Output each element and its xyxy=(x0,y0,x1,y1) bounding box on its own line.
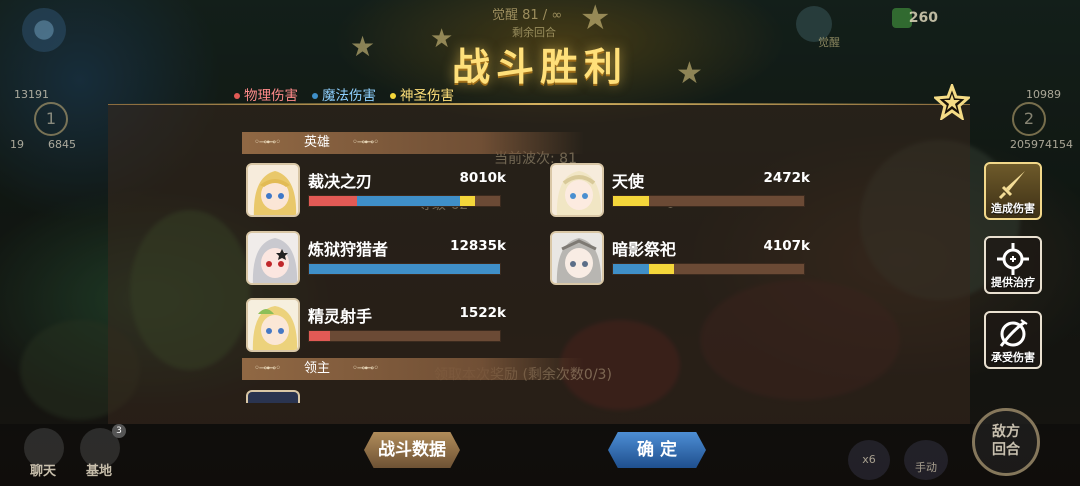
hero-name: 天使 xyxy=(612,172,645,191)
left-hp-value: 6845 xyxy=(48,138,76,151)
right-team-indicator: 2 xyxy=(1012,102,1046,136)
magic-dot-icon xyxy=(312,93,318,99)
section-lord-label: 领主 xyxy=(304,361,331,376)
hero-portrait-blade xyxy=(246,163,300,217)
hero-damage-value: 1522k xyxy=(459,305,506,321)
legend-physical: 物理伤害 xyxy=(234,84,298,104)
left-sub-value: 19 xyxy=(10,138,24,151)
physical-segment xyxy=(309,331,330,341)
enemy-turn-line2: 回合 xyxy=(992,442,1020,458)
star-close-icon[interactable] xyxy=(934,84,970,120)
holy-segment xyxy=(613,196,650,206)
shield-burst-icon xyxy=(999,319,1028,347)
heal-cross-icon xyxy=(997,243,1029,275)
magic-segment xyxy=(309,264,500,274)
ornament-icon: ◦⊸⊷◦ xyxy=(352,363,379,374)
magic-segment xyxy=(356,196,460,206)
speed-toggle[interactable]: x6 xyxy=(848,440,890,480)
damage-bar xyxy=(612,263,805,275)
damage-bar xyxy=(308,330,501,342)
hero-row[interactable]: 精灵射手 1522k xyxy=(246,298,506,354)
awaken-level-text: 觉醒 81 / ∞ xyxy=(492,8,563,23)
physical-segment xyxy=(309,196,357,206)
ornament-icon: ◦⊸⊷◦ xyxy=(254,137,281,148)
hero-portrait-elf-archer xyxy=(246,298,300,352)
hero-portrait-hunter xyxy=(246,231,300,285)
confirm-button[interactable]: 确 定 xyxy=(608,432,706,468)
left-team-indicator: 1 xyxy=(34,102,68,136)
hero-name: 裁决之刃 xyxy=(308,172,373,191)
physical-dot-icon xyxy=(234,93,240,99)
panel-top-border xyxy=(108,103,970,105)
damage-bar xyxy=(612,195,805,207)
legend-magic-label: 魔法伤害 xyxy=(322,88,376,104)
hero-damage-value: 4107k xyxy=(763,238,810,254)
hero-portrait-angel xyxy=(550,163,604,217)
holy-dot-icon xyxy=(390,93,396,99)
damage-bar xyxy=(308,195,501,207)
section-heroes-label: 英雄 xyxy=(304,135,331,150)
enemy-turn-line1: 敌方 xyxy=(992,424,1020,440)
battle-stats-button[interactable]: 战斗数据 xyxy=(364,432,460,468)
chat-label: 聊天 xyxy=(30,464,57,479)
deal-damage-tab[interactable]: 造成伤害 xyxy=(984,162,1042,220)
legend-holy-label: 神圣伤害 xyxy=(400,88,454,104)
manual-toggle[interactable]: 手动 xyxy=(904,440,948,480)
legend-holy: 神圣伤害 xyxy=(390,84,454,104)
victory-title: 战斗胜利 xyxy=(451,45,628,89)
base-label: 基地 xyxy=(86,464,113,479)
legend-magic: 魔法伤害 xyxy=(312,84,376,104)
ornament-icon: ◦⊸⊷◦ xyxy=(254,363,281,374)
hero-name: 暗影祭祀 xyxy=(612,240,677,259)
take-damage-tab[interactable]: 承受伤害 xyxy=(984,311,1042,369)
hero-row[interactable]: 暗影祭祀 4107k xyxy=(550,231,810,287)
damage-bar xyxy=(308,263,501,275)
lord-portrait[interactable] xyxy=(246,390,300,403)
hero-damage-value: 12835k xyxy=(450,238,506,254)
hero-portrait-priest xyxy=(550,231,604,285)
deal-damage-label: 造成伤害 xyxy=(991,202,1035,215)
hero-name: 炼狱狩猎者 xyxy=(308,240,389,259)
hero-damage-value: 2472k xyxy=(763,170,810,186)
legend-physical-label: 物理伤害 xyxy=(244,88,298,104)
sword-icon xyxy=(998,171,1025,200)
holy-segment xyxy=(459,196,476,206)
take-damage-label: 承受伤害 xyxy=(991,351,1035,364)
hero-row[interactable]: 裁决之刃 8010k xyxy=(246,163,506,219)
star-decoration-icon: ★ xyxy=(580,0,611,38)
hero-damage-value: 8010k xyxy=(459,170,506,186)
enemy-turn-indicator: 敌方 回合 xyxy=(972,408,1040,476)
hero-row[interactable]: 天使 2472k xyxy=(550,163,810,219)
magic-segment xyxy=(613,264,650,274)
provide-healing-label: 提供治疗 xyxy=(991,276,1035,289)
hero-name: 精灵射手 xyxy=(308,307,373,326)
hero-row[interactable]: 炼狱狩猎者 12835k xyxy=(246,231,506,287)
base-badge: 3 xyxy=(112,424,126,438)
gem-count: 260 xyxy=(908,10,938,26)
damage-type-legend: 物理伤害 魔法伤害 神圣伤害 xyxy=(234,84,454,104)
section-header-heroes: ◦⊸⊷◦ 英雄 ◦⊸⊷◦ xyxy=(242,132,584,154)
provide-healing-tab[interactable]: 提供治疗 xyxy=(984,236,1042,294)
ornament-icon: ◦⊸⊷◦ xyxy=(352,137,379,148)
section-header-lord: ◦⊸⊷◦ 领主 ◦⊸⊷◦ xyxy=(242,358,584,380)
holy-segment xyxy=(649,264,675,274)
right-hp-value: 205974154 xyxy=(1010,138,1073,151)
